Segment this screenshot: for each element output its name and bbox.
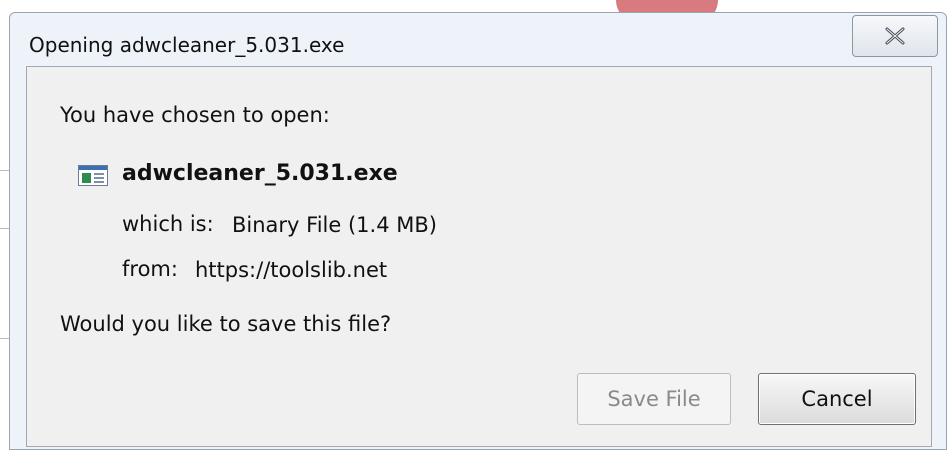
intro-text: You have chosen to open: (60, 103, 330, 127)
download-dialog: Opening adwcleaner_5.031.exe You have ch… (9, 12, 947, 450)
file-name: adwcleaner_5.031.exe (122, 161, 398, 186)
file-type-value: Binary File (1.4 MB) (232, 213, 437, 237)
source-url: https://toolslib.net (195, 258, 388, 282)
close-icon (884, 27, 906, 45)
dialog-content: You have chosen to open: adwcleaner_5.03… (26, 66, 932, 447)
file-type-label: which is: (122, 212, 214, 236)
close-button[interactable] (852, 15, 938, 57)
executable-file-icon (78, 165, 108, 186)
source-label: from: (122, 257, 178, 281)
save-question: Would you like to save this file? (60, 312, 392, 336)
dialog-title: Opening adwcleaner_5.031.exe (29, 33, 345, 57)
cancel-button[interactable]: Cancel (758, 373, 916, 425)
save-file-button[interactable]: Save File (577, 373, 731, 425)
